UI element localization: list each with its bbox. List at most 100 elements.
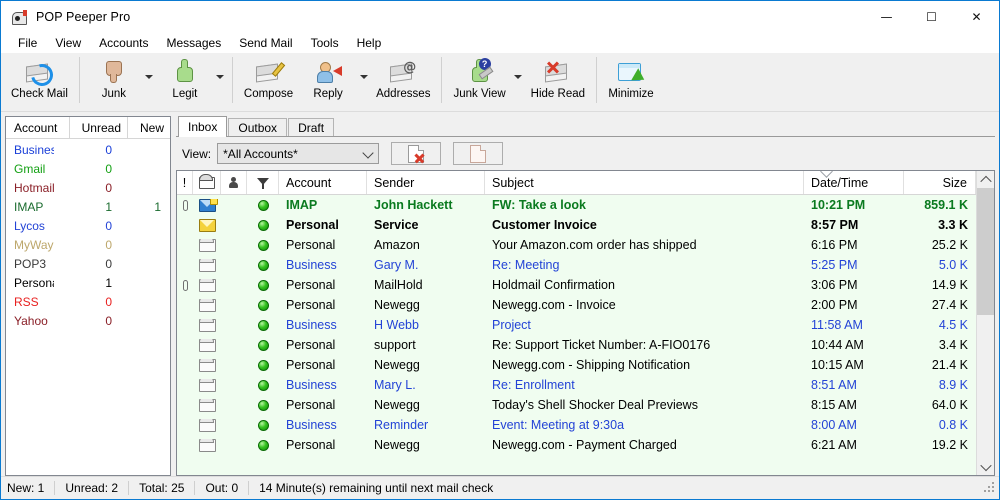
table-row[interactable]: Personal Service Customer Invoice 8:57 PM 3.… [177, 215, 976, 235]
table-row[interactable]: Business H Webb Project 11:58 AM 4.5 K [177, 315, 976, 335]
account-row[interactable]: Hotmail 0 [6, 178, 170, 197]
compose-icon [252, 57, 286, 87]
junk-view-dropdown-button[interactable] [512, 53, 525, 107]
maximize-window-button[interactable]: ☐ [909, 1, 954, 32]
account-row[interactable]: MyWay 0 [6, 235, 170, 254]
row-date: 11:58 AM [811, 318, 863, 332]
account-unread-count: 0 [105, 161, 112, 176]
column-filter[interactable] [247, 171, 279, 194]
column-flag[interactable]: ! [177, 171, 193, 194]
tab-draft[interactable]: Draft [288, 118, 335, 137]
minimize-icon [614, 57, 648, 87]
account-row[interactable]: Lycos 0 [6, 216, 170, 235]
delete-view-button[interactable] [391, 142, 442, 165]
row-sender: H Webb [374, 318, 419, 332]
toolbar-separator [231, 57, 233, 103]
column-user[interactable] [221, 171, 247, 194]
minimize-window-button[interactable]: — [864, 1, 909, 32]
account-row[interactable]: Personal 1 [6, 273, 170, 292]
close-window-button[interactable]: ✕ [954, 1, 999, 32]
table-row[interactable]: Business Reminder Event: Meeting at 9:30a 8… [177, 415, 976, 435]
menu-send-mail[interactable]: Send Mail [230, 34, 301, 52]
account-new-count: 1 [154, 199, 161, 214]
check-mail-button[interactable]: Check Mail [5, 53, 74, 107]
table-row[interactable]: Personal Newegg Newegg.com - Payment Charg… [177, 435, 976, 455]
row-size: 3.4 K [938, 338, 968, 352]
menu-help[interactable]: Help [348, 34, 391, 52]
column-sender[interactable]: Sender [367, 171, 485, 194]
hide-read-button[interactable]: Hide Read [525, 53, 591, 107]
legit-button[interactable]: Legit [156, 53, 214, 107]
table-row[interactable]: Personal support Re: Support Ticket Number… [177, 335, 976, 355]
menu-view[interactable]: View [46, 34, 90, 52]
column-account[interactable]: Account [279, 171, 367, 194]
row-dot-cell [247, 439, 279, 451]
table-row[interactable]: Personal MailHold Holdmail Confirmation 3:0… [177, 275, 976, 295]
row-size: 64.0 K [931, 398, 968, 412]
resize-grip-icon[interactable] [984, 482, 996, 494]
table-row[interactable]: Personal Amazon Your Amazon.com order has … [177, 235, 976, 255]
menu-messages[interactable]: Messages [158, 34, 231, 52]
table-row[interactable]: Personal Newegg Today's Shell Shocker Deal… [177, 395, 976, 415]
scrollbar-thumb[interactable] [977, 188, 994, 315]
table-row[interactable]: Personal Newegg Newegg.com - Shipping Noti… [177, 355, 976, 375]
row-sender: Newegg [374, 358, 420, 372]
read-envelope-icon [198, 278, 216, 292]
reply-button[interactable]: Reply [299, 53, 357, 107]
junk-dropdown-button[interactable] [143, 53, 156, 107]
minimize-button[interactable]: Minimize [602, 53, 660, 107]
scrollbar-track[interactable] [977, 188, 994, 458]
row-subject: Newegg.com - Shipping Notification [492, 358, 691, 372]
menu-accounts[interactable]: Accounts [90, 34, 157, 52]
account-row[interactable]: RSS 0 [6, 292, 170, 311]
addresses-label: Addresses [376, 88, 431, 100]
column-date[interactable]: Date/Time [804, 171, 904, 194]
view-select[interactable]: *All Accounts* [217, 143, 380, 164]
legit-dropdown-button[interactable] [214, 53, 227, 107]
row-dot-cell [247, 379, 279, 391]
row-date: 6:16 PM [811, 238, 858, 252]
legit-label: Legit [172, 88, 198, 100]
scroll-down-button[interactable] [977, 458, 994, 475]
message-list-scrollbar[interactable] [976, 171, 994, 475]
account-unread-count: 0 [105, 294, 112, 309]
junk-view-button[interactable]: ? Junk View [447, 53, 511, 107]
junk-button[interactable]: Junk [85, 53, 143, 107]
row-size: 21.4 K [931, 358, 968, 372]
compose-button[interactable]: Compose [238, 53, 299, 107]
column-size[interactable]: Size [904, 171, 976, 194]
row-dot-cell [247, 359, 279, 371]
account-unread-count: 0 [105, 218, 112, 233]
account-row[interactable]: IMAP 1 1 [6, 197, 170, 216]
table-row[interactable]: Personal Newegg Newegg.com - Invoice 2:00 P… [177, 295, 976, 315]
accounts-col-name[interactable]: Account [6, 117, 70, 138]
column-subject[interactable]: Subject [485, 171, 804, 194]
new-view-button[interactable] [453, 142, 504, 165]
table-row[interactable]: Business Gary M. Re: Meeting 5:25 PM 5.0 K [177, 255, 976, 275]
row-sender: Newegg [374, 438, 420, 452]
tab-inbox[interactable]: Inbox [178, 116, 228, 137]
account-row[interactable]: Business 0 [6, 140, 170, 159]
accounts-col-new[interactable]: New [128, 117, 170, 138]
row-account: Personal [286, 218, 339, 232]
column-envelope[interactable] [193, 171, 221, 194]
account-name: Lycos [14, 218, 45, 233]
account-row[interactable]: Yahoo 0 [6, 311, 170, 330]
menu-file[interactable]: File [9, 34, 46, 52]
account-row[interactable]: POP3 0 [6, 254, 170, 273]
table-row[interactable]: Business Mary L. Re: Enrollment 8:51 AM 8.9 … [177, 375, 976, 395]
reply-dropdown-button[interactable] [357, 53, 370, 107]
menu-tools[interactable]: Tools [302, 34, 348, 52]
accounts-col-unread[interactable]: Unread [70, 117, 128, 138]
tab-outbox[interactable]: Outbox [228, 118, 288, 137]
account-name: RSS [14, 294, 39, 309]
account-row[interactable]: Gmail 0 [6, 159, 170, 178]
read-envelope-icon [198, 318, 216, 332]
row-sender: Reminder [374, 418, 429, 432]
scroll-up-button[interactable] [977, 171, 994, 188]
window-title: POP Peeper Pro [36, 9, 131, 24]
table-row[interactable]: IMAP John Hackett FW: Take a look 10:21 PM 8… [177, 195, 976, 215]
row-account: Business [286, 378, 337, 392]
main-toolbar: Check Mail Junk Legit Compose Reply @ Ad… [1, 53, 999, 112]
addresses-button[interactable]: @ Addresses [370, 53, 436, 107]
